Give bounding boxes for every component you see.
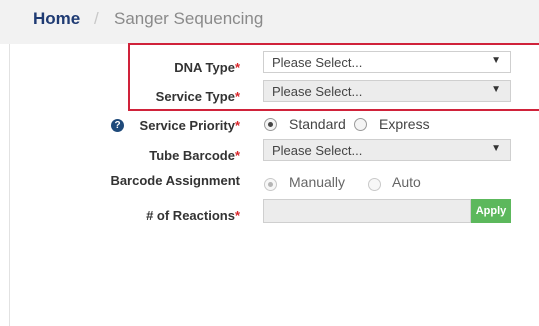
dna-type-select[interactable]: Please Select... ▼ xyxy=(263,51,511,73)
required-marker: * xyxy=(234,148,240,163)
required-marker: * xyxy=(234,208,240,223)
priority-express-radio[interactable] xyxy=(354,118,367,131)
priority-standard-radio[interactable] xyxy=(264,118,277,131)
priority-express-label[interactable]: Express xyxy=(379,116,430,132)
assignment-manually-radio[interactable] xyxy=(264,178,277,191)
reactions-label: # of Reactions* xyxy=(146,208,240,223)
tube-barcode-select[interactable]: Please Select... ▼ xyxy=(263,139,511,161)
caret-down-icon: ▼ xyxy=(491,55,501,66)
reactions-input[interactable] xyxy=(263,199,471,223)
breadcrumb-separator: / xyxy=(94,9,99,28)
tube-barcode-label: Tube Barcode* xyxy=(149,148,240,163)
caret-down-icon: ▼ xyxy=(491,84,501,95)
service-type-label: Service Type* xyxy=(155,89,240,104)
assignment-manually-label[interactable]: Manually xyxy=(289,174,345,190)
service-type-select[interactable]: Please Select... ▼ xyxy=(263,80,511,102)
apply-button[interactable]: Apply xyxy=(471,199,511,223)
breadcrumb-current-page: Sanger Sequencing xyxy=(114,9,264,28)
service-priority-label: Service Priority* xyxy=(139,118,240,133)
required-marker: * xyxy=(234,60,240,75)
dna-type-label: DNA Type* xyxy=(174,60,240,75)
required-marker: * xyxy=(234,89,240,104)
priority-standard-label[interactable]: Standard xyxy=(289,116,346,132)
tube-barcode-select-value: Please Select... xyxy=(272,143,363,158)
caret-down-icon: ▼ xyxy=(491,143,501,154)
service-type-select-value: Please Select... xyxy=(272,84,363,99)
assignment-auto-label[interactable]: Auto xyxy=(392,174,421,190)
dna-type-select-value: Please Select... xyxy=(272,55,363,70)
barcode-assignment-label: Barcode Assignment xyxy=(110,173,240,188)
assignment-auto-radio[interactable] xyxy=(368,178,381,191)
breadcrumb: Home / Sanger Sequencing xyxy=(0,0,539,44)
required-marker: * xyxy=(234,118,240,133)
breadcrumb-home-link[interactable]: Home xyxy=(33,9,80,29)
